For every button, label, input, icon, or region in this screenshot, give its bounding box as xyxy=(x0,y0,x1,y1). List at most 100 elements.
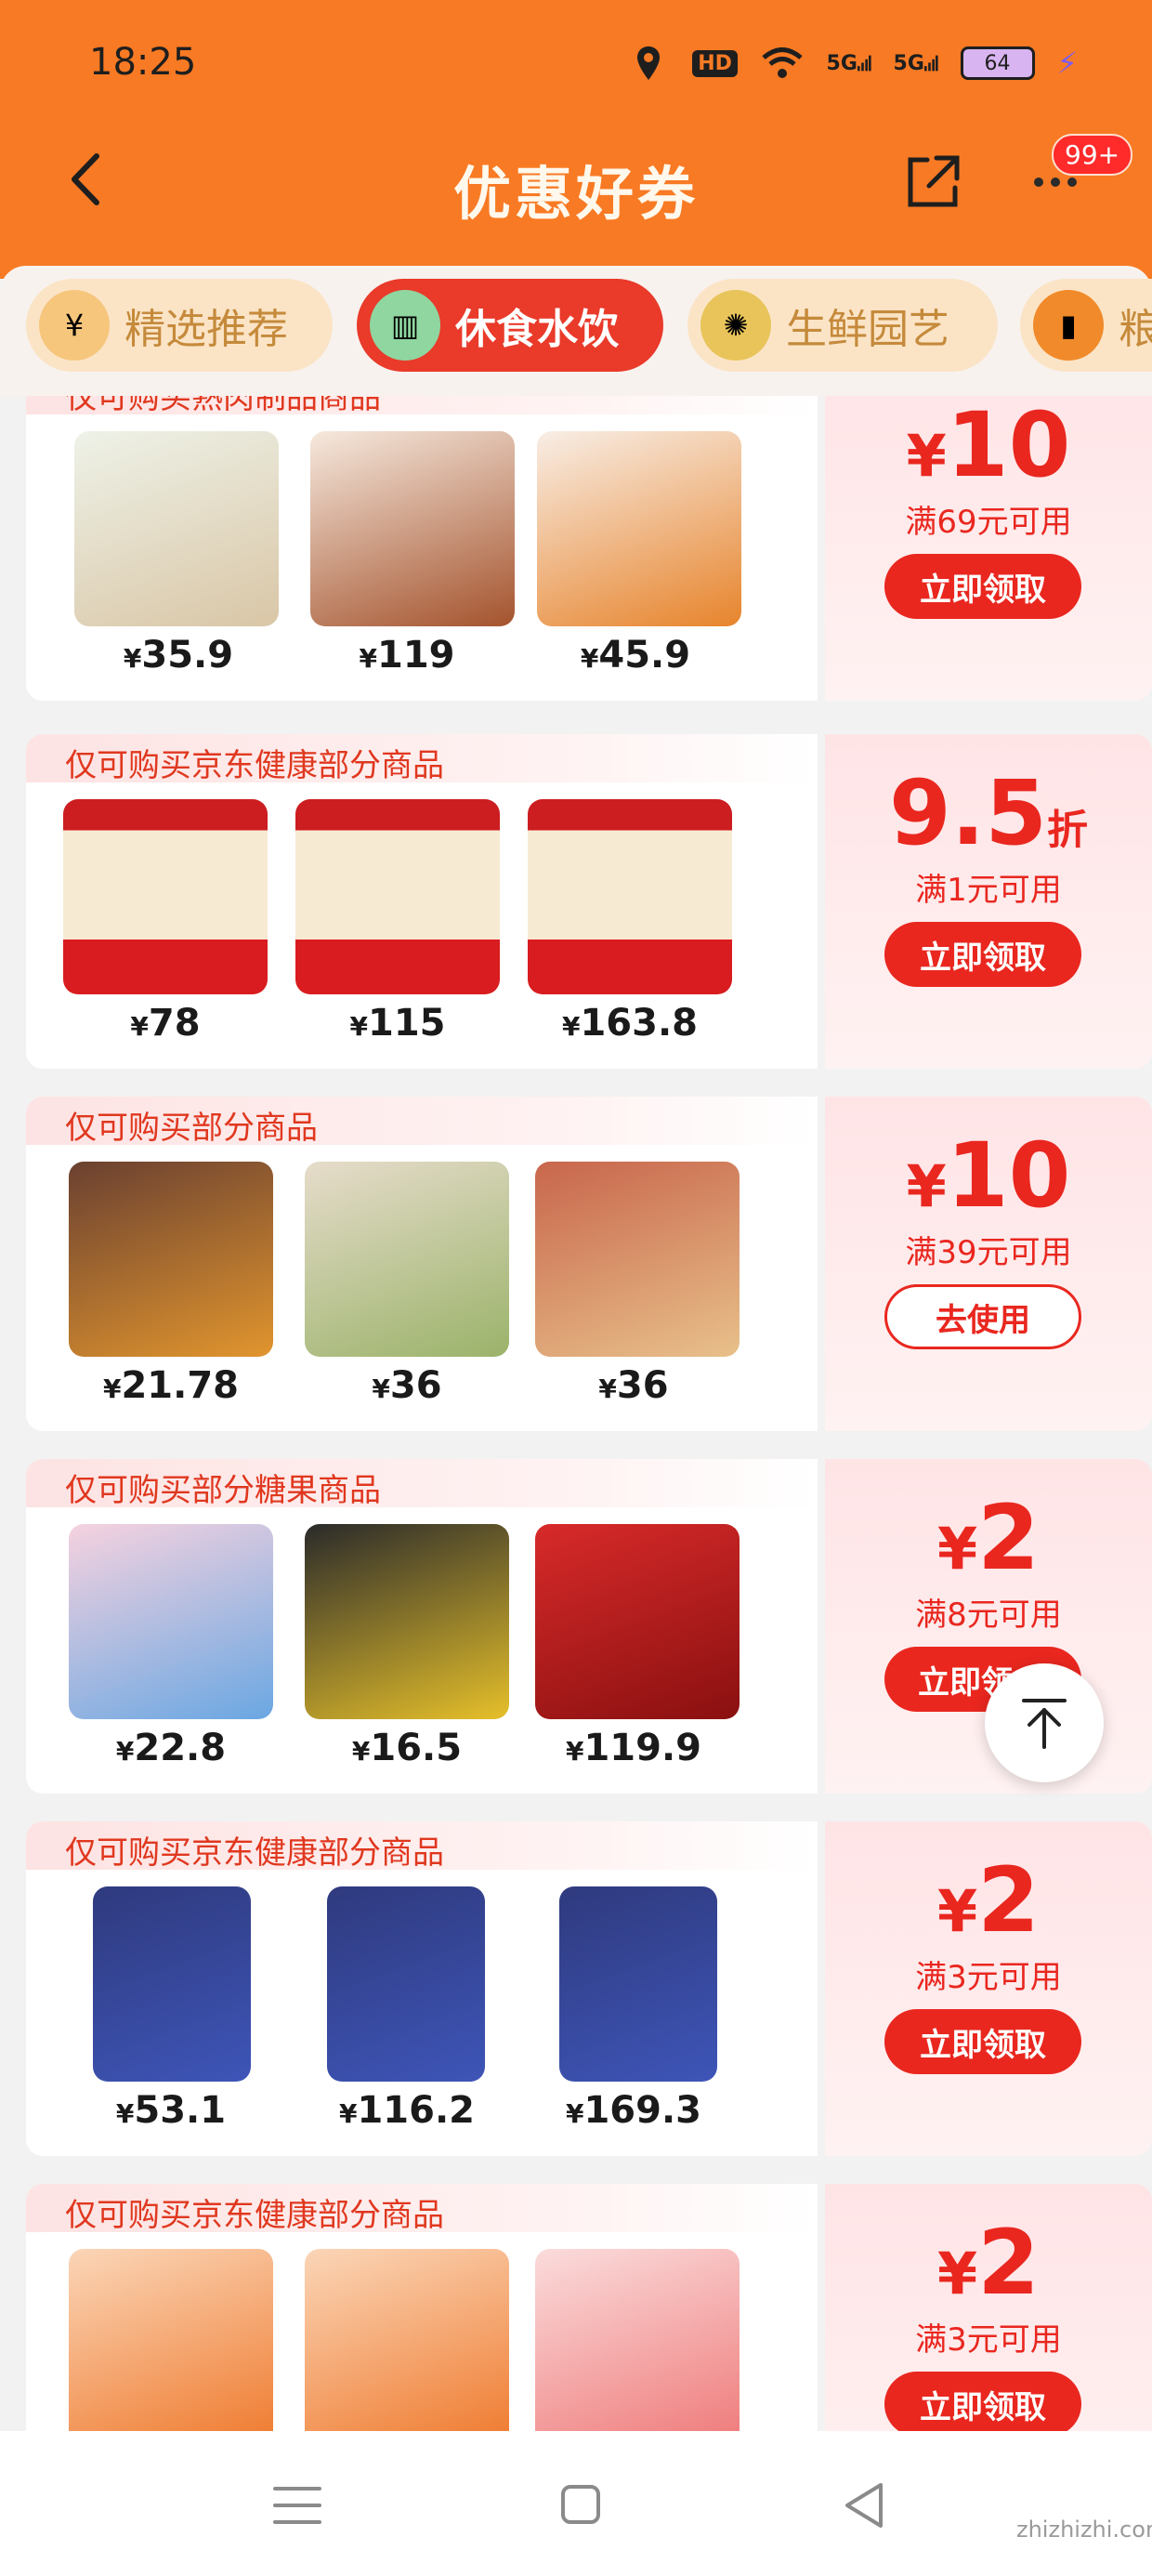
use-coupon-button[interactable]: 去使用 xyxy=(884,1284,1081,1349)
coupon-scope: 仅可购买京东健康部分商品 xyxy=(65,2197,444,2234)
coupon-scope: 仅可购买京东健康部分商品 xyxy=(65,747,444,784)
coupon-value-panel: ¥10 满39元可用 去使用 xyxy=(825,1097,1152,1431)
product-price: ¥163.8 xyxy=(561,1002,698,1045)
coupon-card: 仅可购买京东健康部分商品 ¥2 满3元可用 立即领取 xyxy=(26,2184,1152,2431)
product-image[interactable] xyxy=(559,1886,717,2082)
product-image[interactable] xyxy=(537,431,741,626)
hd-icon: HD xyxy=(692,45,738,82)
product-image[interactable] xyxy=(295,799,500,994)
product-image[interactable] xyxy=(74,431,279,626)
product-price: ¥53.1 xyxy=(115,2089,227,2132)
more-dot xyxy=(1034,177,1043,187)
coupon-value-panel: ¥10 满69元可用 立即领取 xyxy=(825,396,1152,701)
coupon-card: 仅可购买部分商品 ¥21.78 ¥36 ¥36 ¥10 满39元可用 去使用 xyxy=(26,1097,1152,1431)
wifi-icon xyxy=(760,45,805,82)
more-dot xyxy=(1067,177,1077,187)
battery-icon: 64 xyxy=(960,46,1035,80)
coupon-card: 仅可购买京东健康部分商品 ¥53.1 ¥116.2 ¥169.3 ¥2 满3元可… xyxy=(26,1821,1152,2156)
claim-coupon-button[interactable]: 立即领取 xyxy=(884,554,1081,619)
back-triangle-icon xyxy=(845,2483,883,2528)
nav-bar: 优惠好券 xyxy=(0,130,1152,232)
charging-icon: ⚡ xyxy=(1056,46,1078,81)
coupon-products: 仅可购买京东健康部分商品 ¥53.1 ¥116.2 ¥169.3 xyxy=(26,1821,818,2156)
coupon-condition: 满3元可用 xyxy=(915,2321,1062,2359)
product-price: ¥119 xyxy=(359,634,455,677)
watermark: zhizhizhi.com xyxy=(1016,2517,1152,2543)
coupon-value-panel: ¥2 满3元可用 立即领取 xyxy=(825,1821,1152,2156)
product-image[interactable] xyxy=(69,1162,273,1357)
coupon-scope: 仅可购买京东健康部分商品 xyxy=(65,1834,444,1872)
product-price: ¥36 xyxy=(372,1364,442,1407)
claim-coupon-button[interactable]: 立即领取 xyxy=(884,2372,1081,2431)
product-price: ¥119.9 xyxy=(565,1727,701,1769)
product-price: ¥45.9 xyxy=(580,634,691,677)
back-nav-button[interactable] xyxy=(838,2479,894,2531)
menu-icon xyxy=(273,2487,321,2524)
coupon-scope: 仅可购买部分糖果商品 xyxy=(65,1472,381,1509)
share-icon xyxy=(908,155,960,207)
home-nav-button[interactable] xyxy=(552,2479,608,2531)
product-image[interactable] xyxy=(93,1886,251,2082)
coupon-value-panel: 9.5折 满1元可用 立即领取 xyxy=(825,734,1152,1069)
product-image[interactable] xyxy=(69,2249,273,2431)
product-price: ¥35.9 xyxy=(123,634,234,677)
signal-icon: 5G xyxy=(827,45,871,82)
product-price: ¥22.8 xyxy=(115,1727,227,1769)
message-count-badge: 99+ xyxy=(1052,134,1133,176)
category-tabs: ¥ 精选推荐 ▥ 休食水饮 ✺ 生鲜园艺 ▮ 粮 xyxy=(0,266,1152,396)
product-image[interactable] xyxy=(535,1162,740,1357)
coupon-condition: 满3元可用 xyxy=(915,1959,1062,1996)
coupon-scope: 仅可购买部分商品 xyxy=(65,1110,318,1147)
status-time: 18:25 xyxy=(89,41,197,84)
home-square-icon xyxy=(561,2485,600,2524)
tab-fresh-garden[interactable]: ✺ 生鲜园艺 xyxy=(687,279,998,372)
product-price: ¥169.3 xyxy=(565,2089,701,2132)
page-title: 优惠好券 xyxy=(452,160,699,228)
product-image[interactable] xyxy=(63,799,268,994)
coupon-condition: 满39元可用 xyxy=(905,1234,1072,1271)
claim-coupon-button[interactable]: 立即领取 xyxy=(884,2009,1081,2074)
tab-grain[interactable]: ▮ 粮 xyxy=(1020,279,1152,372)
tab-recommended[interactable]: ¥ 精选推荐 xyxy=(26,279,333,372)
product-image[interactable] xyxy=(535,1524,740,1719)
product-price: ¥16.5 xyxy=(351,1727,463,1769)
coupon-products: 仅可购买京东健康部分商品 xyxy=(26,2184,818,2431)
product-image[interactable] xyxy=(535,2249,740,2431)
product-price: ¥36 xyxy=(598,1364,669,1407)
tab-snacks-drinks[interactable]: ▥ 休食水饮 xyxy=(357,279,663,372)
share-button[interactable] xyxy=(899,149,966,216)
product-price: ¥115 xyxy=(349,1002,446,1045)
system-nav-bar xyxy=(0,2431,1152,2576)
product-image[interactable] xyxy=(305,1162,509,1357)
coupon-list[interactable]: 仅可购买熟肉制品商品 ¥35.9 ¥119 ¥45.9 ¥10 满69元可用 立… xyxy=(0,396,1152,2431)
coupon-icon: ¥ xyxy=(39,290,110,361)
back-to-top-button[interactable] xyxy=(985,1663,1104,1782)
header: 18:25 HD 5G 5G 64 ⚡ 优惠好券 xyxy=(0,0,1152,279)
product-image[interactable] xyxy=(305,1524,509,1719)
product-image[interactable] xyxy=(69,1524,273,1719)
product-image[interactable] xyxy=(310,431,515,626)
menu-nav-button[interactable] xyxy=(269,2479,325,2531)
product-image[interactable] xyxy=(305,2249,509,2431)
product-price: ¥116.2 xyxy=(338,2089,475,2132)
coupon-condition: 满8元可用 xyxy=(915,1597,1062,1634)
coupon-card: 仅可购买熟肉制品商品 ¥35.9 ¥119 ¥45.9 ¥10 满69元可用 立… xyxy=(26,396,1152,701)
snack-bag-icon: ▥ xyxy=(370,290,440,361)
durian-icon: ✺ xyxy=(700,290,771,361)
product-image[interactable] xyxy=(327,1886,485,2082)
coupon-condition: 满1元可用 xyxy=(915,872,1062,909)
signal-icon: 5G xyxy=(894,45,938,82)
coupon-card: 仅可购买部分糖果商品 ¥22.8 ¥16.5 ¥119.9 ¥2 满8元可用 立… xyxy=(26,1459,1152,1794)
product-image[interactable] xyxy=(528,799,732,994)
more-dot xyxy=(1051,177,1060,187)
claim-coupon-button[interactable]: 立即领取 xyxy=(884,922,1081,987)
coupon-condition: 满69元可用 xyxy=(905,504,1072,541)
coupon-products: 仅可购买熟肉制品商品 ¥35.9 ¥119 ¥45.9 xyxy=(26,396,818,701)
product-price: ¥78 xyxy=(130,1002,201,1045)
coupon-products: 仅可购买部分糖果商品 ¥22.8 ¥16.5 ¥119.9 xyxy=(26,1459,818,1794)
product-price: ¥21.78 xyxy=(102,1364,239,1407)
grain-bag-icon: ▮ xyxy=(1033,290,1104,361)
arrow-up-icon xyxy=(1022,1699,1067,1749)
coupon-scope: 仅可购买熟肉制品商品 xyxy=(65,396,381,416)
location-icon xyxy=(626,45,671,82)
